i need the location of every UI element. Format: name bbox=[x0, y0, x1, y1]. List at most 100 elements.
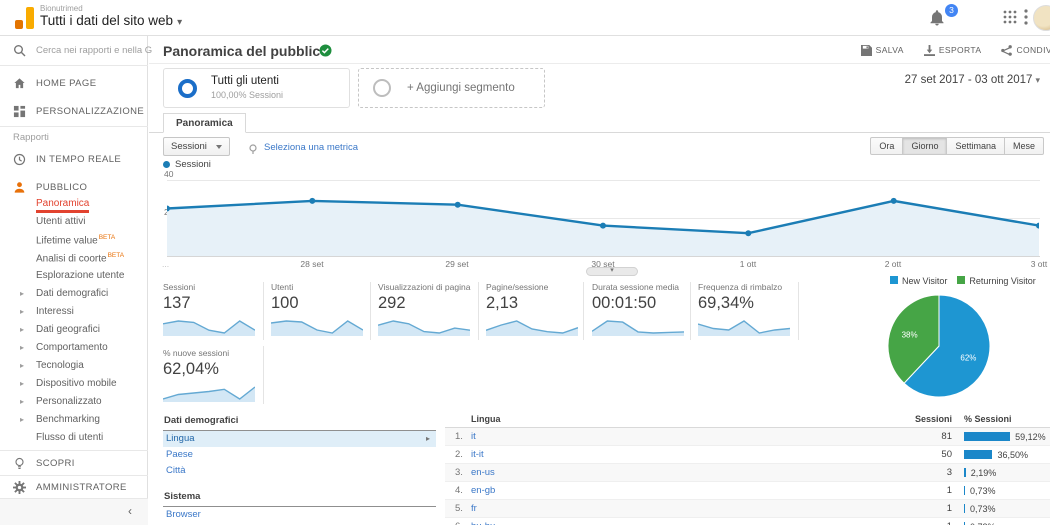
x-label: 3 ott bbox=[1030, 259, 1048, 269]
divider bbox=[0, 126, 148, 127]
entry-link[interactable]: it bbox=[471, 431, 476, 442]
percent-bar bbox=[964, 432, 1011, 441]
chevron-down-icon bbox=[215, 144, 222, 149]
sidebar-item-tecnologia[interactable]: ▸ Tecnologia bbox=[0, 358, 148, 376]
sidebar-item-utenti-attivi[interactable]: Utenti attivi bbox=[0, 214, 148, 232]
sidebar-item-lifetime-value[interactable]: Lifetime valueBETA bbox=[0, 232, 148, 250]
download-icon bbox=[923, 44, 935, 56]
sidebar-item-dispositivo-mobile[interactable]: ▸ Dispositivo mobile bbox=[0, 376, 148, 394]
more-menu-button[interactable] bbox=[1024, 9, 1028, 30]
sidebar-item-analisi-coorte[interactable]: Analisi di coorteBETA bbox=[0, 250, 148, 268]
dimension-browser[interactable]: Browser bbox=[163, 507, 436, 523]
visitor-pie-chart: 62% 38% bbox=[887, 294, 991, 398]
timeline-scroll-handle[interactable]: ▾ bbox=[586, 267, 638, 276]
add-segment-button[interactable]: + Aggiungi segmento bbox=[358, 68, 545, 108]
chevron-left-icon: ‹ bbox=[128, 504, 132, 518]
notifications-button[interactable] bbox=[928, 9, 946, 32]
gear-icon bbox=[13, 481, 27, 495]
sidebar-item-panoramica[interactable]: Panoramica bbox=[0, 196, 148, 214]
metric-visualizzazioni: Visualizzazioni di pagina 292 bbox=[378, 282, 480, 336]
sidebar-item-esplorazione-utente[interactable]: Esplorazione utente bbox=[0, 268, 148, 286]
sidebar-item-benchmarking[interactable]: ▸ Benchmarking bbox=[0, 412, 148, 430]
expand-arrow-icon: ▸ bbox=[20, 361, 25, 370]
segment-ring-icon bbox=[178, 79, 197, 98]
beta-badge: BETA bbox=[98, 234, 116, 241]
chart-toolbar: Sessioni Seleziona una metrica Ora Giorn… bbox=[149, 134, 1050, 160]
sidebar-collapse-button[interactable]: ‹ bbox=[0, 498, 148, 525]
dimension-lingua[interactable]: Lingua ▸ bbox=[163, 431, 436, 447]
table-row: 4. en-gb 1 0,73% bbox=[445, 482, 1050, 500]
sidebar-item-personalizzato[interactable]: ▸ Personalizzato bbox=[0, 394, 148, 412]
sparkline bbox=[271, 320, 363, 336]
entry-link[interactable]: en-gb bbox=[471, 485, 495, 496]
section-header: Dati demografici bbox=[163, 410, 436, 431]
select-metric-link[interactable]: Seleziona una metrica bbox=[264, 142, 358, 153]
table-header: Lingua Sessioni % Sessioni bbox=[445, 410, 1050, 428]
sidebar-item-home[interactable]: HOME PAGE bbox=[0, 70, 148, 96]
tab-panoramica[interactable]: Panoramica bbox=[163, 113, 246, 133]
metric-frequenza-rimbalzo: Frequenza di rimbalzo 69,34% bbox=[698, 282, 800, 336]
entry-link[interactable]: it-it bbox=[471, 449, 484, 460]
percent-bar bbox=[964, 468, 966, 477]
property-selector[interactable]: Tutti i dati del sito web ▾ bbox=[40, 13, 182, 28]
export-button[interactable]: ESPORTA bbox=[923, 44, 982, 56]
customization-icon bbox=[13, 104, 27, 118]
granularity-giorno[interactable]: Giorno bbox=[903, 137, 948, 155]
sidebar-item-admin[interactable]: AMMINISTRATORE bbox=[0, 476, 148, 499]
expand-arrow-icon: ▸ bbox=[20, 379, 25, 388]
visitor-pie-legend: New Visitor Returning Visitor bbox=[890, 276, 1036, 286]
sparkline bbox=[163, 386, 255, 402]
granularity-ora[interactable]: Ora bbox=[870, 137, 904, 155]
arrow-right-icon: ▸ bbox=[425, 434, 430, 443]
avatar[interactable] bbox=[1033, 5, 1050, 31]
entry-link[interactable]: fr bbox=[471, 503, 477, 514]
y-tick-40: 40 bbox=[164, 169, 174, 179]
granularity-mese[interactable]: Mese bbox=[1004, 137, 1044, 155]
metric-select[interactable]: Sessioni bbox=[163, 137, 230, 156]
search-icon bbox=[13, 44, 27, 58]
legend-dot-icon bbox=[163, 161, 170, 168]
share-button[interactable]: CONDIVIDI bbox=[1001, 44, 1050, 56]
explorer-dimension-nav: Dati demografici Lingua ▸ Paese Città Si… bbox=[163, 410, 436, 525]
sidebar-item-dati-geografici[interactable]: ▸ Dati geografici bbox=[0, 322, 148, 340]
legend-square-returning-visitor bbox=[957, 276, 966, 284]
page-title: Panoramica del pubblico bbox=[163, 43, 329, 59]
language-table: Lingua Sessioni % Sessioni 1. it 81 59,12… bbox=[445, 410, 1050, 525]
date-range-selector[interactable]: 27 set 2017 - 03 ott 2017 ▾ bbox=[905, 74, 1040, 86]
apps-grid-icon bbox=[1003, 10, 1017, 24]
entry-link[interactable]: hu-hu bbox=[471, 521, 495, 525]
sidebar-item-interessi[interactable]: ▸ Interessi bbox=[0, 304, 148, 322]
sidebar-item-discover[interactable]: SCOPRI bbox=[0, 451, 148, 475]
expand-arrow-icon: ▸ bbox=[20, 325, 25, 334]
search-input[interactable]: Cerca nei rapporti e nella G bbox=[0, 36, 152, 66]
sidebar-item-realtime[interactable]: IN TEMPO REALE bbox=[0, 146, 148, 172]
table-row: 6.hu-hu 1 0,73% bbox=[445, 518, 1050, 525]
granularity-settimana[interactable]: Settimana bbox=[947, 137, 1005, 155]
app-header: Bionutrimed Tutti i dati del sito web ▾ 3 bbox=[0, 0, 1050, 36]
x-label: 28 set bbox=[300, 259, 324, 269]
metric-utenti: Utenti 100 bbox=[271, 282, 373, 336]
chevron-down-icon: ▾ bbox=[1035, 75, 1040, 85]
save-icon bbox=[860, 44, 872, 56]
sidebar-item-comportamento[interactable]: ▸ Comportamento bbox=[0, 340, 148, 358]
percent-bar bbox=[964, 504, 965, 513]
lightbulb-icon bbox=[13, 456, 27, 470]
dimension-paese[interactable]: Paese bbox=[163, 447, 436, 463]
verified-check-icon bbox=[319, 44, 332, 62]
save-button[interactable]: SALVA bbox=[860, 44, 904, 56]
x-label: 29 set bbox=[445, 259, 469, 269]
dimension-citta[interactable]: Città bbox=[163, 463, 436, 479]
sidebar-item-flusso-utenti[interactable]: Flusso di utenti bbox=[0, 430, 148, 448]
entry-link[interactable]: en-us bbox=[471, 467, 495, 478]
percent-bar bbox=[964, 486, 965, 495]
clock-icon bbox=[13, 152, 27, 166]
segment-all-users[interactable]: Tutti gli utenti 100,00% Sessioni bbox=[163, 68, 350, 108]
expand-arrow-icon: ▸ bbox=[20, 289, 25, 298]
sessions-line-chart bbox=[167, 197, 1039, 256]
metrics-summary: Sessioni 137 Utenti 100 Visualizzazioni … bbox=[149, 276, 1050, 410]
more-vert-icon bbox=[1024, 9, 1028, 25]
report-actions: SALVA ESPORTA CONDIVIDI bbox=[860, 36, 1050, 64]
apps-button[interactable] bbox=[1002, 9, 1018, 30]
sidebar-item-dati-demografici[interactable]: ▸ Dati demografici bbox=[0, 286, 148, 304]
sidebar-item-customization[interactable]: PERSONALIZZAZIONE bbox=[0, 98, 148, 124]
